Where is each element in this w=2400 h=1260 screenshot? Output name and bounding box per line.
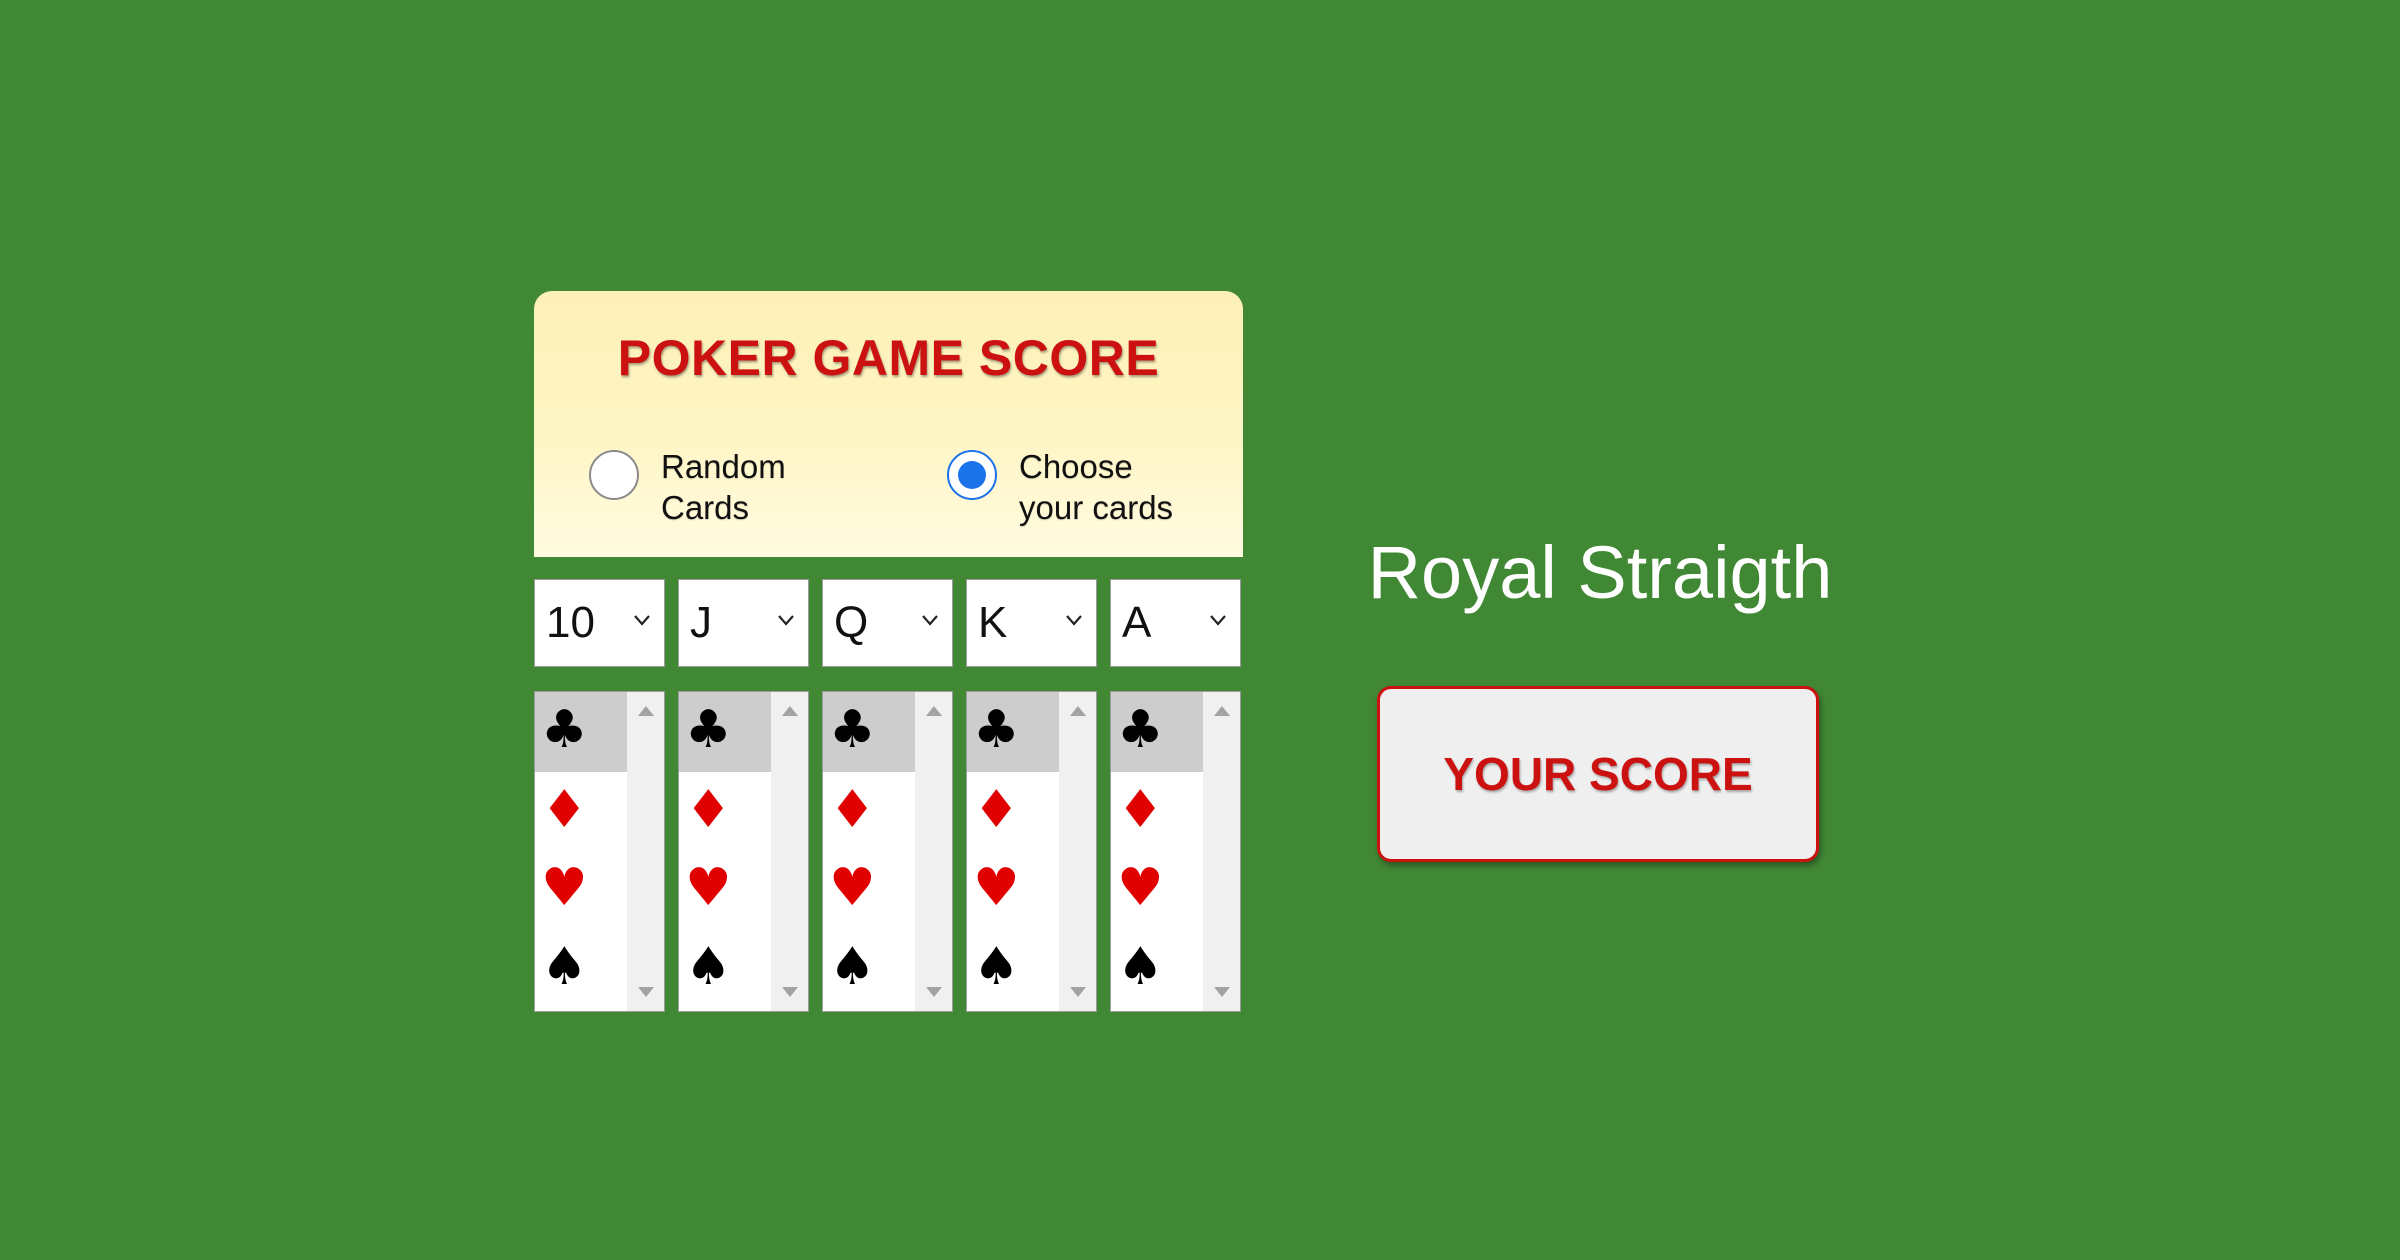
scroll-down-arrow-icon[interactable] bbox=[638, 987, 654, 997]
clubs-icon: ♣ bbox=[829, 700, 876, 760]
choose-cards-label-text: Choose your cards bbox=[1019, 448, 1174, 526]
spades-icon: ♠ bbox=[541, 937, 588, 997]
suit-option-hearts[interactable]: ♥ bbox=[679, 850, 771, 930]
chevron-down-icon bbox=[1210, 615, 1226, 626]
hearts-icon: ♥ bbox=[1117, 858, 1164, 918]
scroll-up-arrow-icon[interactable] bbox=[926, 706, 942, 716]
spades-icon: ♠ bbox=[973, 937, 1020, 997]
scrollbar[interactable] bbox=[1059, 692, 1096, 1011]
scroll-down-arrow-icon[interactable] bbox=[782, 987, 798, 997]
rank-select-1[interactable]: 10 bbox=[534, 579, 665, 667]
spades-icon: ♠ bbox=[1117, 937, 1164, 997]
hearts-icon: ♥ bbox=[973, 858, 1020, 918]
scroll-down-arrow-icon[interactable] bbox=[926, 987, 942, 997]
rank-select-3[interactable]: Q bbox=[822, 579, 953, 667]
hearts-icon: ♥ bbox=[541, 858, 588, 918]
rank-select-5[interactable]: A bbox=[1110, 579, 1241, 667]
suit-list-5[interactable]: ♣ ♦ ♥ ♠ bbox=[1110, 691, 1241, 1012]
suit-option-clubs[interactable]: ♣ bbox=[823, 692, 915, 772]
chevron-down-icon bbox=[922, 615, 938, 626]
spades-icon: ♠ bbox=[685, 937, 732, 997]
scroll-up-arrow-icon[interactable] bbox=[782, 706, 798, 716]
scroll-down-arrow-icon[interactable] bbox=[1214, 987, 1230, 997]
suit-option-hearts[interactable]: ♥ bbox=[967, 850, 1059, 930]
suit-option-spades[interactable]: ♠ bbox=[535, 929, 627, 1009]
diamonds-icon: ♦ bbox=[973, 780, 1020, 840]
scroll-up-arrow-icon[interactable] bbox=[1214, 706, 1230, 716]
suit-option-hearts[interactable]: ♥ bbox=[823, 850, 915, 930]
chevron-down-icon bbox=[778, 615, 794, 626]
clubs-icon: ♣ bbox=[973, 700, 1020, 760]
suit-option-diamonds[interactable]: ♦ bbox=[823, 772, 915, 852]
random-cards-label-text: Random Cards bbox=[661, 448, 786, 526]
chevron-down-icon bbox=[634, 615, 650, 626]
diamonds-icon: ♦ bbox=[1117, 780, 1164, 840]
page-title: POKER GAME SCORE bbox=[617, 330, 1160, 386]
suit-list-2[interactable]: ♣ ♦ ♥ ♠ bbox=[678, 691, 809, 1012]
rank-select-2[interactable]: J bbox=[678, 579, 809, 667]
your-score-button[interactable]: YOUR SCORE bbox=[1377, 686, 1819, 862]
diamonds-icon: ♦ bbox=[541, 780, 588, 840]
spades-icon: ♠ bbox=[829, 937, 876, 997]
suit-list-1[interactable]: ♣ ♦ ♥ ♠ bbox=[534, 691, 665, 1012]
chevron-down-icon bbox=[1066, 615, 1082, 626]
rank-select-value: J bbox=[690, 598, 712, 647]
suit-option-diamonds[interactable]: ♦ bbox=[679, 772, 771, 852]
hearts-icon: ♥ bbox=[685, 858, 732, 918]
choose-cards-label: Choose your cards bbox=[1019, 446, 1219, 528]
random-cards-option[interactable]: Random Cards bbox=[589, 446, 861, 528]
suit-option-clubs[interactable]: ♣ bbox=[679, 692, 771, 772]
rank-select-value: K bbox=[978, 598, 1008, 647]
hand-result: Royal Straigth bbox=[1367, 531, 1833, 614]
suit-option-spades[interactable]: ♠ bbox=[967, 929, 1059, 1009]
scroll-down-arrow-icon[interactable] bbox=[1070, 987, 1086, 997]
rank-select-value: 10 bbox=[546, 598, 595, 647]
hearts-icon: ♥ bbox=[829, 858, 876, 918]
suit-option-diamonds[interactable]: ♦ bbox=[535, 772, 627, 852]
suit-option-diamonds[interactable]: ♦ bbox=[967, 772, 1059, 852]
suit-option-hearts[interactable]: ♥ bbox=[1111, 850, 1203, 930]
scroll-up-arrow-icon[interactable] bbox=[1070, 706, 1086, 716]
random-cards-radio[interactable] bbox=[589, 450, 639, 500]
suit-list-3[interactable]: ♣ ♦ ♥ ♠ bbox=[822, 691, 953, 1012]
choose-cards-option[interactable]: Choose your cards bbox=[947, 446, 1219, 528]
choose-cards-radio[interactable] bbox=[947, 450, 997, 500]
clubs-icon: ♣ bbox=[541, 700, 588, 760]
suit-option-spades[interactable]: ♠ bbox=[679, 929, 771, 1009]
poker-game-screen: POKER GAME SCORE Random Cards Choose you… bbox=[0, 0, 2400, 1260]
suit-option-clubs[interactable]: ♣ bbox=[1111, 692, 1203, 772]
suit-option-spades[interactable]: ♠ bbox=[823, 929, 915, 1009]
suit-option-diamonds[interactable]: ♦ bbox=[1111, 772, 1203, 852]
scrollbar[interactable] bbox=[771, 692, 808, 1011]
header-panel: POKER GAME SCORE Random Cards Choose you… bbox=[534, 291, 1243, 557]
random-cards-label: Random Cards bbox=[661, 446, 861, 528]
suit-list-4[interactable]: ♣ ♦ ♥ ♠ bbox=[966, 691, 1097, 1012]
rank-select-value: A bbox=[1122, 598, 1152, 647]
your-score-button-label: YOUR SCORE bbox=[1443, 748, 1753, 800]
scroll-up-arrow-icon[interactable] bbox=[638, 706, 654, 716]
diamonds-icon: ♦ bbox=[685, 780, 732, 840]
scrollbar[interactable] bbox=[915, 692, 952, 1011]
suit-option-spades[interactable]: ♠ bbox=[1111, 929, 1203, 1009]
rank-select-value: Q bbox=[834, 598, 869, 647]
clubs-icon: ♣ bbox=[1117, 700, 1164, 760]
scrollbar[interactable] bbox=[627, 692, 664, 1011]
scrollbar[interactable] bbox=[1203, 692, 1240, 1011]
suit-option-hearts[interactable]: ♥ bbox=[535, 850, 627, 930]
suit-option-clubs[interactable]: ♣ bbox=[967, 692, 1059, 772]
clubs-icon: ♣ bbox=[685, 700, 732, 760]
diamonds-icon: ♦ bbox=[829, 780, 876, 840]
suit-option-clubs[interactable]: ♣ bbox=[535, 692, 627, 772]
rank-select-4[interactable]: K bbox=[966, 579, 1097, 667]
